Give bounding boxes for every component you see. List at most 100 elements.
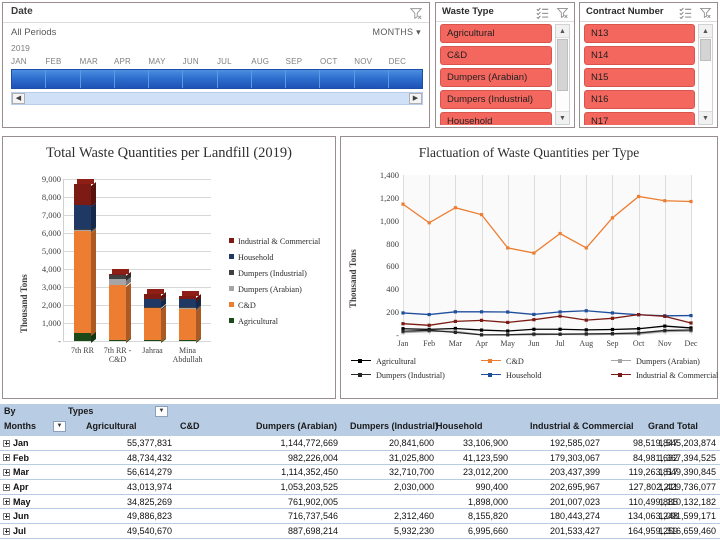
line-legend-item[interactable]: Industrial & Commercial: [611, 371, 718, 380]
line-data-point: [479, 328, 484, 332]
timeline-month-mar[interactable]: MAR: [80, 57, 114, 69]
contract-number-item[interactable]: N15: [584, 68, 695, 87]
timeline-cell-jun[interactable]: [183, 70, 218, 88]
bar-legend-item[interactable]: Industrial & Commercial: [229, 237, 320, 246]
expand-plus-icon[interactable]: [3, 498, 10, 506]
timeline-cell-sep[interactable]: [286, 70, 321, 88]
bar-legend-item[interactable]: C&D: [229, 301, 256, 310]
scroll-left-icon[interactable]: ◀: [12, 93, 25, 104]
line-legend-item[interactable]: Household: [481, 371, 541, 380]
line-legend-item[interactable]: C&D: [481, 357, 524, 366]
expand-plus-icon[interactable]: [3, 512, 10, 520]
timeline-selection-bar[interactable]: [11, 69, 423, 89]
scrollbar-thumb[interactable]: [557, 39, 568, 91]
timeline-cell-oct[interactable]: [320, 70, 355, 88]
timeline-month-jul[interactable]: JUL: [217, 57, 251, 69]
bar-column[interactable]: [74, 179, 96, 343]
bar-column[interactable]: [144, 179, 166, 343]
date-level-dropdown[interactable]: MONTHS ▾: [373, 27, 421, 38]
clear-filter-icon[interactable]: [409, 6, 423, 20]
expand-plus-icon[interactable]: [3, 483, 10, 491]
contract-number-scrollbar[interactable]: ▲ ▼: [698, 24, 713, 125]
multi-select-icon[interactable]: [536, 6, 549, 19]
pivot-table[interactable]: By Months ▼ Types ▼ Agricultural C&D Dumpe…: [0, 404, 720, 540]
timeline-cell-jul[interactable]: [218, 70, 252, 88]
pivot-cell: 982,226,004: [287, 452, 338, 463]
contract-number-item-list: N13 N14 N15 N16 N17: [584, 24, 695, 125]
table-row[interactable]: Jul 49,540,670 887,698,214 5,932,230 6,995,6…: [0, 524, 720, 539]
waste-type-scrollbar[interactable]: ▲ ▼: [555, 24, 570, 125]
line-data-point: [663, 324, 667, 328]
table-row[interactable]: Mar 56,614,279 1,114,352,450 32,710,700 23,0…: [0, 465, 720, 481]
bar-chart-panel[interactable]: Total Waste Quantities per Landfill (201…: [2, 136, 336, 399]
timeline-month-dec[interactable]: DEC: [389, 57, 423, 69]
waste-type-item[interactable]: Agricultural: [440, 24, 552, 43]
pivot-corner-bottom: Months: [4, 421, 36, 431]
line-legend-item[interactable]: Agricultural: [351, 357, 416, 366]
table-row[interactable]: Jan 55,377,831 1,144,772,669 20,841,600 33,1…: [0, 436, 720, 451]
expand-plus-icon[interactable]: [3, 454, 10, 462]
expand-plus-icon[interactable]: [3, 439, 10, 447]
timeline-month-jan[interactable]: JAN: [11, 57, 45, 69]
contract-number-slicer[interactable]: Contract Number N13 N14 N15 N16 N17 ▲ ▼: [579, 2, 718, 128]
scroll-down-icon[interactable]: ▼: [699, 111, 712, 124]
bar-column[interactable]: [179, 179, 201, 343]
timeline-month-sep[interactable]: SEP: [286, 57, 320, 69]
timeline-month-oct[interactable]: OCT: [320, 57, 354, 69]
waste-type-item[interactable]: C&D: [440, 46, 552, 65]
scroll-down-icon[interactable]: ▼: [556, 111, 569, 124]
line-data-point: [689, 313, 693, 318]
clear-filter-icon[interactable]: [556, 6, 569, 19]
pivot-cell: 56,614,279: [126, 467, 172, 478]
table-row[interactable]: Apr 43,013,974 1,053,203,525 2,030,000 990,4…: [0, 480, 720, 495]
bar-legend-item[interactable]: Dumpers (Industrial): [229, 269, 307, 278]
bar-legend-item[interactable]: Dumpers (Arabian): [229, 285, 302, 294]
scroll-right-icon[interactable]: ▶: [409, 93, 422, 104]
expand-plus-icon[interactable]: [3, 468, 10, 476]
timeline-month-jun[interactable]: JUN: [183, 57, 217, 69]
clear-filter-icon[interactable]: [699, 6, 712, 19]
timeline-cell-apr[interactable]: [115, 70, 149, 88]
contract-number-item[interactable]: N13: [584, 24, 695, 43]
line-legend-item[interactable]: Dumpers (Industrial): [351, 371, 445, 380]
timeline-month-nov[interactable]: NOV: [354, 57, 388, 69]
timeline-cell-aug[interactable]: [252, 70, 286, 88]
bar-legend-item[interactable]: Agricultural: [229, 317, 278, 326]
scroll-up-icon[interactable]: ▲: [699, 25, 712, 38]
date-timeline-slicer[interactable]: Date All Periods MONTHS ▾ 2019 JAN FEB MAR…: [2, 2, 430, 128]
contract-number-item[interactable]: N17: [584, 112, 695, 125]
expand-plus-icon[interactable]: [3, 527, 10, 535]
timeline-month-feb[interactable]: FEB: [45, 57, 79, 69]
timeline-cell-jan[interactable]: [12, 70, 47, 88]
pivot-column-header: Agricultural: [86, 421, 137, 431]
timeline-month-may[interactable]: MAY: [148, 57, 182, 69]
line-chart-panel[interactable]: Flactuation of Waste Quantities per Type…: [340, 136, 718, 399]
months-filter-dropdown[interactable]: ▼: [53, 421, 66, 432]
timeline-cell-feb[interactable]: [46, 70, 81, 88]
waste-type-slicer[interactable]: Waste Type Agricultural C&D Dumpers (Arabi…: [435, 2, 575, 128]
bar-column[interactable]: [109, 179, 131, 343]
scrollbar-thumb[interactable]: [700, 39, 711, 61]
waste-type-item[interactable]: Dumpers (Industrial): [440, 90, 552, 109]
line-legend-item[interactable]: Dumpers (Arabian): [611, 357, 700, 366]
scroll-up-icon[interactable]: ▲: [556, 25, 569, 38]
timeline-cell-dec[interactable]: [389, 70, 422, 88]
waste-type-item[interactable]: Household: [440, 112, 552, 125]
contract-number-item[interactable]: N14: [584, 46, 695, 65]
bar-legend-item[interactable]: Household: [229, 253, 273, 262]
types-filter-dropdown[interactable]: ▼: [155, 406, 168, 417]
timeline-month-aug[interactable]: AUG: [251, 57, 285, 69]
timeline-cell-may[interactable]: [149, 70, 184, 88]
timeline-scrollbar[interactable]: ◀ ▶: [11, 92, 423, 105]
contract-number-item[interactable]: N16: [584, 90, 695, 109]
timeline-cell-nov[interactable]: [355, 70, 389, 88]
timeline-month-apr[interactable]: APR: [114, 57, 148, 69]
bar-chart-plot: Thousand Tons -1,000 2,000 3,000 4,000 5,000…: [3, 165, 337, 397]
waste-type-item[interactable]: Dumpers (Arabian): [440, 68, 552, 87]
table-row[interactable]: Jun 49,886,823 716,737,546 2,312,460 8,155,8…: [0, 509, 720, 525]
legend-label: Household: [238, 253, 274, 262]
table-row[interactable]: May 34,825,269 761,902,005 1,898,000 201,007…: [0, 495, 720, 510]
multi-select-icon[interactable]: [679, 6, 692, 19]
table-row[interactable]: Feb 48,734,432 982,226,004 31,025,800 41,123…: [0, 451, 720, 466]
timeline-cell-mar[interactable]: [81, 70, 115, 88]
